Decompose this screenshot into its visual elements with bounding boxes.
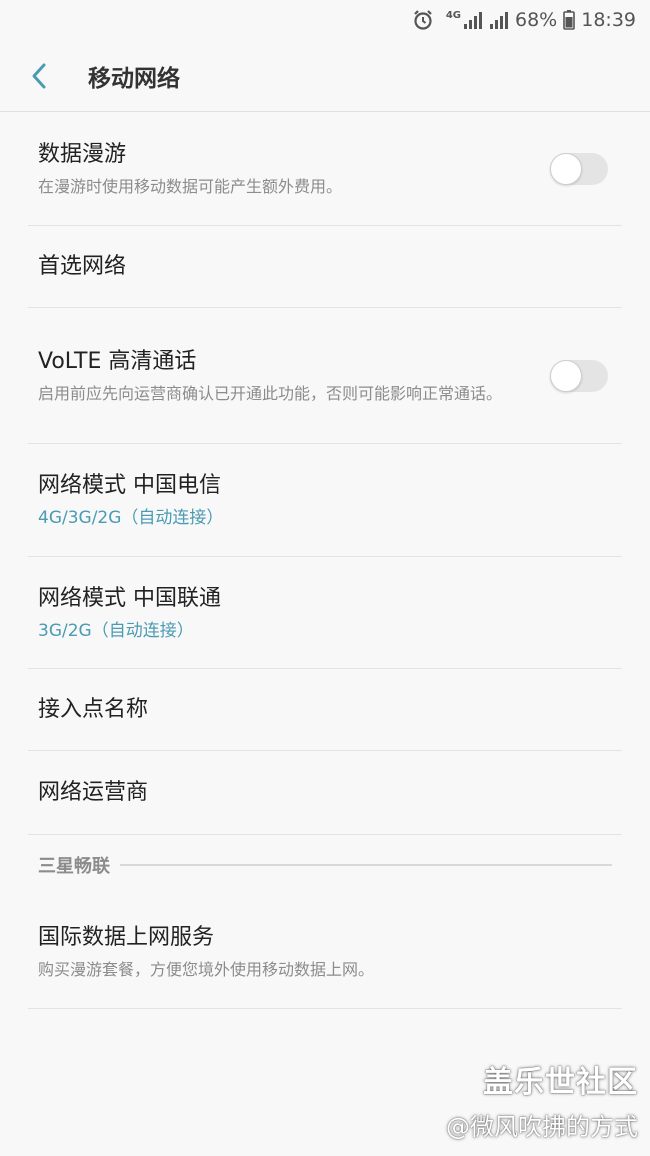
status-bar: 4G 68% 18:39: [0, 0, 650, 40]
toggle-knob: [550, 359, 582, 392]
battery-icon: [563, 10, 576, 30]
setting-title: 数据漫游: [38, 142, 127, 167]
signal-icon: [489, 11, 509, 29]
setting-title: 网络模式 中国电信: [38, 473, 221, 498]
setting-network-mode-telecom[interactable]: 网络模式 中国电信 4G/3G/2G（自动连接）: [28, 444, 622, 557]
section-label: 三星畅联: [38, 856, 110, 877]
data-roaming-toggle[interactable]: [550, 153, 608, 185]
setting-title: 首选网络: [38, 253, 127, 279]
toggle-knob: [550, 153, 582, 185]
setting-subtitle: 在漫游时使用移动数据可能产生额外费用。: [38, 177, 343, 196]
setting-title: 网络运营商: [38, 779, 149, 805]
setting-network-operator[interactable]: 网络运营商: [28, 751, 622, 835]
setting-title: 网络模式 中国联通: [38, 585, 221, 611]
setting-volte[interactable]: VoLTE 高清通话 启用前应先向运营商确认已开通此功能，否则可能影响正常通话。: [28, 308, 622, 444]
back-button[interactable]: [0, 40, 78, 112]
volte-toggle[interactable]: [550, 359, 608, 392]
app-header: 移动网络: [0, 40, 650, 112]
setting-preferred-network[interactable]: 首选网络: [28, 226, 622, 308]
setting-title: 国际数据上网服务: [38, 924, 215, 950]
page-title: 移动网络: [88, 65, 180, 92]
network-type-label: 4G: [445, 10, 461, 21]
setting-intl-data[interactable]: 国际数据上网服务 购买漫游套餐，方便您境外使用移动数据上网。: [28, 895, 622, 1009]
section-header: 三星畅联: [28, 835, 622, 895]
setting-data-roaming[interactable]: 数据漫游 在漫游时使用移动数据可能产生额外费用。: [28, 113, 622, 226]
watermark: 盖乐世社区 @微风吹拂的方式: [446, 1057, 638, 1142]
setting-title: VoLTE 高清通话: [38, 348, 197, 374]
battery-percent: 68%: [515, 9, 558, 31]
setting-value: 3G/2G（自动连接）: [38, 620, 194, 641]
setting-value: 4G/3G/2G（自动连接）: [38, 508, 224, 528]
alarm-icon: [412, 9, 434, 31]
chevron-left-icon: [32, 63, 46, 88]
watermark-brand: 盖乐世社区: [483, 1065, 638, 1100]
setting-subtitle: 启用前应先向运营商确认已开通此功能，否则可能影响正常通话。: [38, 383, 503, 403]
setting-apn[interactable]: 接入点名称: [28, 669, 622, 751]
setting-network-mode-unicom[interactable]: 网络模式 中国联通 3G/2G（自动连接）: [28, 557, 622, 669]
clock: 18:39: [581, 9, 636, 31]
section-divider: [120, 864, 612, 866]
signal-icon: [463, 11, 483, 29]
setting-title: 接入点名称: [38, 696, 149, 722]
watermark-author: @微风吹拂的方式: [446, 1113, 638, 1141]
settings-list: 数据漫游 在漫游时使用移动数据可能产生额外费用。 首选网络 VoLTE 高清通话…: [0, 113, 650, 1009]
setting-subtitle: 购买漫游套餐，方便您境外使用移动数据上网。: [38, 959, 375, 979]
